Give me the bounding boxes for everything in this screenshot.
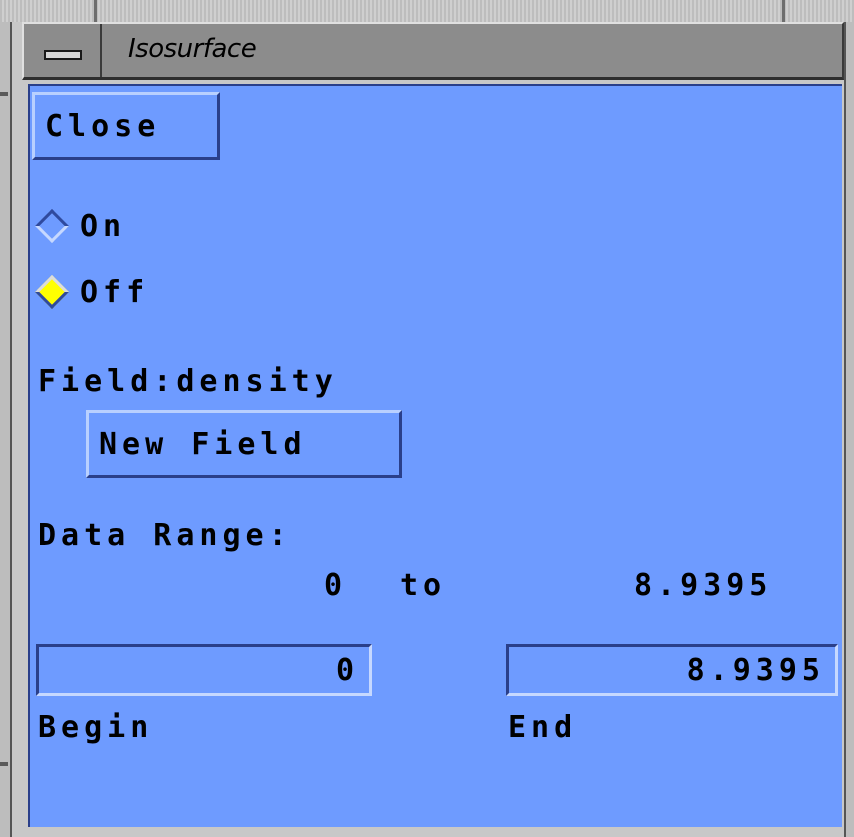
window-frame-right — [844, 22, 854, 837]
data-range-label: Data Range: — [38, 518, 292, 553]
radio-off-label: Off — [80, 274, 150, 310]
frame-corner-mark — [0, 762, 8, 766]
data-range-max: 8.9395 — [634, 568, 773, 603]
radio-on[interactable]: On — [30, 204, 126, 248]
field-value: density — [176, 364, 338, 399]
frame-corner-mark — [0, 92, 8, 96]
end-label: End — [508, 710, 578, 745]
window-title: Isosurface — [128, 34, 257, 64]
window-frame-left — [0, 22, 12, 837]
radio-on-label: On — [80, 208, 127, 244]
close-button[interactable]: Close — [32, 92, 220, 160]
title-bar[interactable]: Isosurface — [22, 22, 844, 80]
field-label-text: Field: — [38, 364, 177, 399]
begin-input[interactable] — [36, 644, 372, 696]
begin-label: Begin — [38, 710, 154, 745]
data-range-to: to — [400, 568, 447, 603]
frame-corner-mark — [782, 0, 785, 22]
radio-off[interactable]: Off — [30, 270, 149, 314]
data-range-min: 0 — [324, 568, 348, 603]
isosurface-panel: Close On Off Field:density New Field Dat… — [28, 84, 842, 827]
radio-on-icon — [35, 209, 69, 243]
window-menu-button[interactable] — [24, 24, 102, 77]
field-label: Field:density — [38, 364, 338, 399]
frame-corner-mark — [94, 0, 97, 22]
window-menu-icon — [44, 50, 82, 60]
end-input[interactable] — [506, 644, 838, 696]
new-field-button[interactable]: New Field — [86, 410, 402, 478]
radio-off-icon — [35, 275, 69, 309]
window-frame-top — [0, 0, 854, 22]
